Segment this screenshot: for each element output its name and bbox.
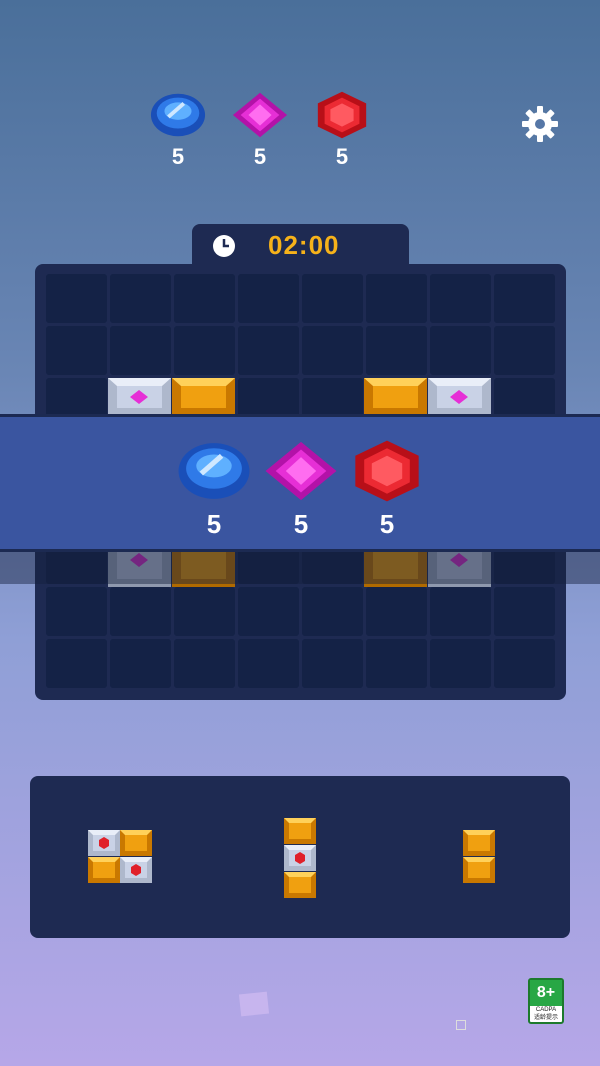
banner-goal-count: 5 <box>293 509 309 539</box>
board-cell[interactable] <box>238 639 299 689</box>
board-cell[interactable] <box>494 587 555 637</box>
timer-panel: 02:00 <box>192 224 409 268</box>
board-cell[interactable] <box>110 326 171 376</box>
orange-block <box>284 872 316 898</box>
blue-gem-icon <box>178 443 250 499</box>
board-cell[interactable] <box>238 326 299 376</box>
age-rating-org: CADPA <box>535 1007 557 1013</box>
board-cell[interactable] <box>302 326 363 376</box>
goal-count: 5 <box>171 144 185 169</box>
board-cell[interactable] <box>430 639 491 689</box>
goal-red: 5 <box>312 90 372 170</box>
orange-block <box>463 857 495 883</box>
piece-vertical-two[interactable] <box>463 830 495 884</box>
age-rating-badge: 8+ CADPA 适龄提示 <box>528 978 564 1024</box>
banner-goal-count: 5 <box>379 509 395 539</box>
gear-icon[interactable] <box>520 104 560 144</box>
board-cell[interactable] <box>430 274 491 323</box>
board-cell[interactable] <box>110 587 171 637</box>
orange-block <box>172 378 235 416</box>
board-cell[interactable] <box>46 587 107 637</box>
board-cell[interactable] <box>174 326 235 376</box>
goal-blue: 5 <box>148 90 208 170</box>
clock-icon <box>213 235 235 257</box>
board-cell[interactable] <box>238 587 299 637</box>
board-cell[interactable] <box>110 274 171 323</box>
orange-block <box>284 818 316 844</box>
silver-red-gem-block <box>88 830 120 856</box>
board-cell[interactable] <box>430 326 491 376</box>
goal-count: 5 <box>253 144 267 169</box>
age-rating-text: 8+ <box>530 980 562 1006</box>
board-cell[interactable] <box>110 639 171 689</box>
piece-square[interactable] <box>88 830 152 884</box>
silver-gem-block <box>428 378 491 416</box>
orange-block <box>88 857 120 883</box>
board-cell[interactable] <box>494 639 555 689</box>
board-cell[interactable] <box>174 639 235 689</box>
board-cell[interactable] <box>46 326 107 376</box>
board-cell[interactable] <box>174 587 235 637</box>
silver-gem-block <box>108 378 171 416</box>
banner-shadow <box>0 548 600 584</box>
orange-block <box>120 830 152 856</box>
pink-gem-icon <box>265 441 337 501</box>
board-cell[interactable] <box>366 639 427 689</box>
decorative-square <box>456 1020 466 1030</box>
red-gem-icon <box>355 440 419 502</box>
goal-pink: 5 <box>230 90 290 170</box>
board-cell[interactable] <box>238 274 299 323</box>
red-gem-icon <box>317 91 367 139</box>
board-cell[interactable] <box>494 274 555 323</box>
silver-red-gem-block <box>284 845 316 871</box>
goal-banner: 5 5 5 <box>0 414 600 552</box>
banner-goal-count: 5 <box>206 509 222 539</box>
banner-goal-pink: 5 <box>261 439 341 540</box>
timer-text: 02:00 <box>268 230 340 260</box>
blue-gem-icon <box>150 93 206 137</box>
banner-goal-red: 5 <box>347 439 427 540</box>
orange-block <box>463 830 495 856</box>
piece-vertical-three[interactable] <box>284 818 316 898</box>
piece-tray <box>30 776 570 938</box>
age-rating-note: 适龄提示 <box>533 1015 558 1021</box>
banner-goal-blue: 5 <box>174 439 254 540</box>
pink-gem-icon <box>232 92 288 138</box>
board-cell[interactable] <box>302 587 363 637</box>
board-cell[interactable] <box>494 326 555 376</box>
goal-count: 5 <box>335 144 349 169</box>
board-cell[interactable] <box>430 587 491 637</box>
board-cell[interactable] <box>302 639 363 689</box>
silver-red-gem-block <box>120 857 152 883</box>
board-cell[interactable] <box>46 274 107 323</box>
goal-bar: 5 5 5 <box>148 90 378 170</box>
board-cell[interactable] <box>46 639 107 689</box>
decorative-tile <box>238 991 270 1017</box>
board-cell[interactable] <box>366 326 427 376</box>
board-cell[interactable] <box>174 274 235 323</box>
board-cell[interactable] <box>366 587 427 637</box>
orange-block <box>364 378 427 416</box>
board-cell[interactable] <box>366 274 427 323</box>
board-cell[interactable] <box>302 274 363 323</box>
